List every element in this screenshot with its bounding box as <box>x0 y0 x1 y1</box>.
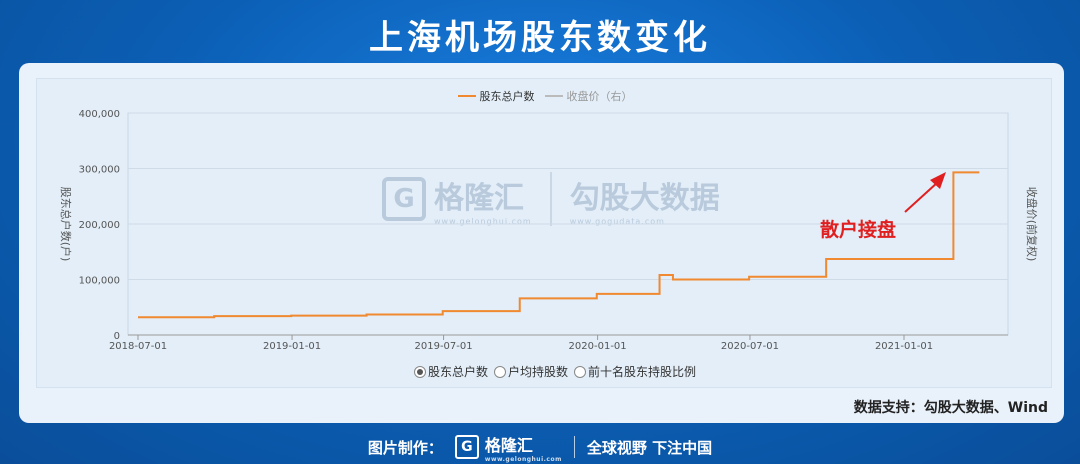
footer-divider <box>573 436 575 458</box>
footer-made-by: 图片制作： <box>367 438 443 457</box>
chart-series <box>138 171 980 319</box>
x-tick-label: 2020-01-01 <box>569 341 627 352</box>
radio-label: 股东总户数 <box>427 365 488 379</box>
radio-dot-icon <box>574 365 586 378</box>
x-tick-label: 2021-01-01 <box>875 341 933 352</box>
series-line-holders <box>138 171 980 319</box>
y-tick-label: 300,000 <box>79 165 120 176</box>
y-tick-label: 400,000 <box>79 109 120 120</box>
x-tick-label: 2020-07-01 <box>721 341 779 352</box>
radio-top10-ratio[interactable]: 前十名股东持股比例 <box>574 363 696 380</box>
footer-bar: 图片制作： G 格隆汇 www.gelonghui.com 全球视野 下注中国 <box>0 430 1080 464</box>
y-axis-label-left: 股东总户数(户) <box>59 187 73 262</box>
annotation-text: 散户接盘 <box>820 218 896 241</box>
x-tick-label: 2019-01-01 <box>263 341 321 352</box>
footer-slogan: 全球视野 下注中国 <box>586 438 713 457</box>
y-tick-label: 200,000 <box>79 220 120 231</box>
y-tick-label: 100,000 <box>79 276 120 287</box>
footer-brand-url: www.gelonghui.com <box>484 455 562 463</box>
chart-svg: 0100,000200,000300,000400,0002018-07-01 2… <box>59 109 1039 352</box>
footer-brand-name: 格隆汇 <box>484 435 533 455</box>
radio-holders[interactable]: 股东总户数 <box>413 363 488 380</box>
chart-annotation: 散户接盘 <box>820 172 946 241</box>
data-source: 数据支持：勾股大数据、Wind <box>853 400 1048 416</box>
radio-dot-icon <box>493 365 506 378</box>
x-tick-label: 2019-07-01 <box>415 341 473 352</box>
radio-label: 户均持股数 <box>507 365 568 379</box>
annotation-arrow-line <box>904 181 939 213</box>
footer-brand: G 格隆汇 www.gelonghui.com <box>454 432 562 463</box>
metric-selector: 股东总户数 户均持股数 前十名股东持股比例 <box>0 363 1080 380</box>
radio-label: 前十名股东持股比例 <box>588 365 697 379</box>
x-tick-label: 2018-07-01 <box>109 341 167 352</box>
brand-logo-icon: G <box>454 435 479 459</box>
radio-dot-icon <box>413 365 426 378</box>
radio-avg-holding[interactable]: 户均持股数 <box>493 363 568 380</box>
y-axis-label-right: 收盘价(前复权) <box>1025 187 1039 262</box>
